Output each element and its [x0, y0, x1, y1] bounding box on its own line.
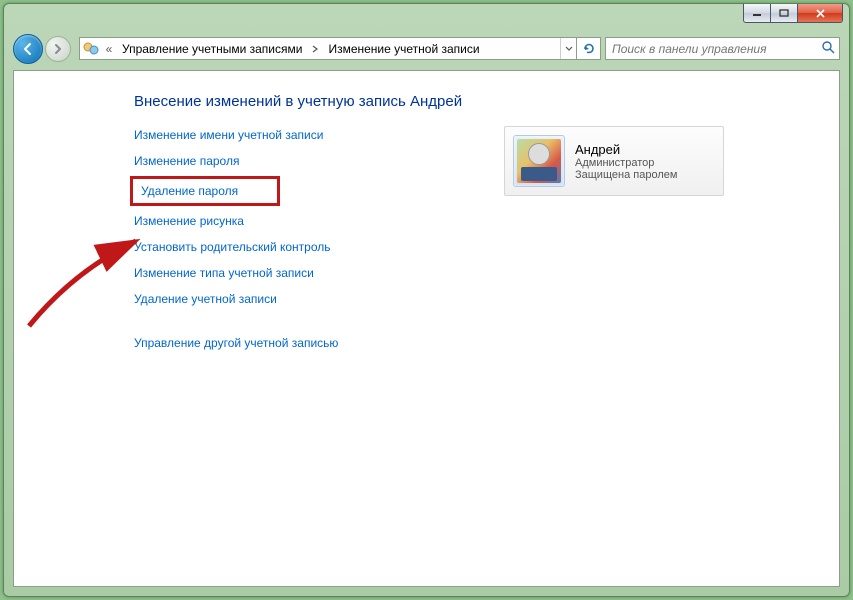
arrow-right-icon — [52, 43, 64, 55]
link-change-type[interactable]: Изменение типа учетной записи — [134, 264, 444, 282]
link-remove-password[interactable]: Удаление пароля — [130, 176, 280, 206]
page-heading: Внесение изменений в учетную запись Андр… — [134, 93, 811, 110]
breadcrumb-bar[interactable]: « Управление учетными записями Изменение… — [79, 37, 577, 60]
window-frame: « Управление учетными записями Изменение… — [3, 3, 850, 597]
link-manage-other[interactable]: Управление другой учетной записью — [134, 334, 444, 352]
refresh-button[interactable] — [577, 37, 601, 60]
user-role-label: Администратор — [575, 157, 677, 169]
user-status-label: Защищена паролем — [575, 169, 677, 181]
arrow-left-icon — [21, 42, 35, 56]
link-change-picture[interactable]: Изменение рисунка — [134, 212, 444, 230]
avatar-image — [517, 139, 561, 183]
user-name-label: Андрей — [575, 142, 677, 157]
account-actions-list: Изменение имени учетной записи Изменение… — [134, 126, 444, 352]
chevron-left-icon[interactable]: « — [102, 38, 116, 59]
user-accounts-icon — [82, 41, 100, 57]
nav-forward-button[interactable] — [45, 36, 71, 62]
link-change-password[interactable]: Изменение пароля — [134, 152, 444, 170]
search-icon[interactable] — [821, 40, 835, 57]
chevron-down-icon — [565, 46, 573, 51]
link-delete-account[interactable]: Удаление учетной записи — [134, 290, 444, 308]
caption-buttons — [744, 4, 843, 24]
breadcrumb-level2[interactable]: Изменение учетной записи — [322, 38, 485, 59]
chevron-right-icon[interactable] — [308, 38, 322, 59]
close-button[interactable] — [797, 4, 843, 23]
content-area: Внесение изменений в учетную запись Андр… — [13, 70, 840, 587]
close-icon — [815, 9, 826, 18]
maximize-button[interactable] — [770, 4, 798, 23]
link-change-name[interactable]: Изменение имени учетной записи — [134, 126, 444, 144]
breadcrumb-dropdown[interactable] — [560, 38, 576, 59]
avatar — [513, 135, 565, 187]
search-box[interactable] — [605, 37, 840, 60]
nav-back-button[interactable] — [13, 34, 43, 64]
refresh-icon — [582, 42, 596, 56]
minimize-icon — [752, 9, 762, 17]
user-info: Андрей Администратор Защищена паролем — [575, 142, 677, 181]
minimize-button[interactable] — [743, 4, 771, 23]
maximize-icon — [779, 9, 789, 17]
toolbar: « Управление учетными записями Изменение… — [13, 32, 840, 65]
link-parental-controls[interactable]: Установить родительский контроль — [134, 238, 444, 256]
breadcrumb-icon — [80, 38, 102, 59]
search-input[interactable] — [610, 41, 821, 57]
breadcrumb-level1[interactable]: Управление учетными записями — [116, 38, 308, 59]
user-card: Андрей Администратор Защищена паролем — [504, 126, 724, 196]
